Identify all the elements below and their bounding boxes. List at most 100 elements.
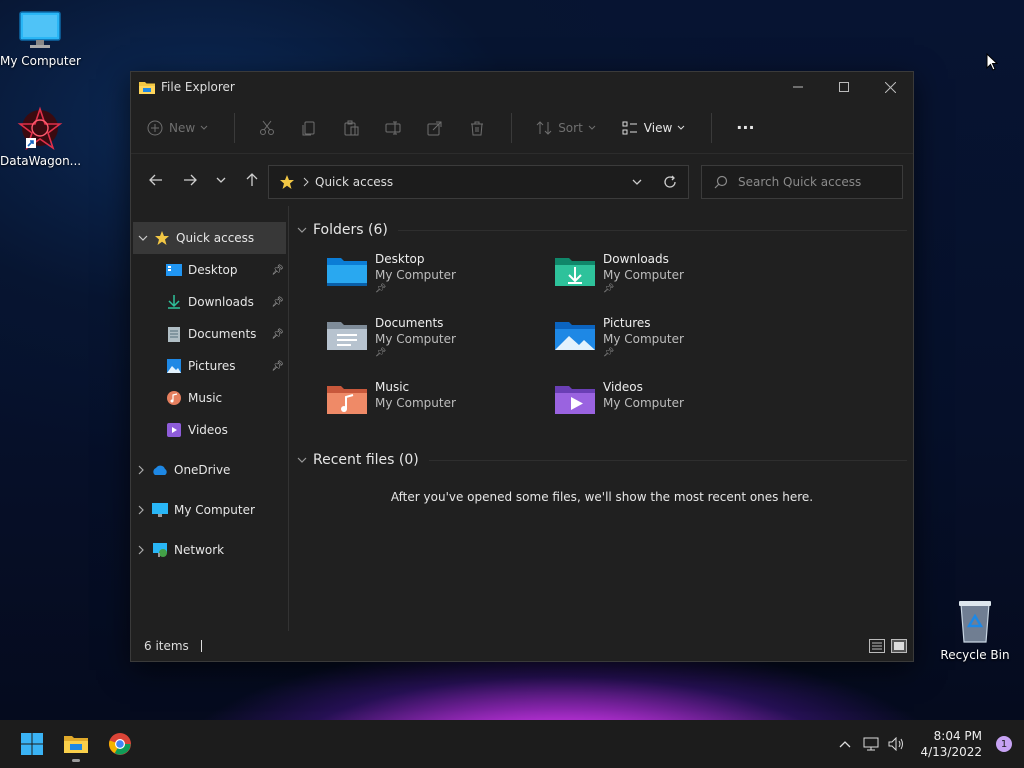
pin-icon: 📌︎ (271, 264, 284, 276)
desktop-icon-datawagon[interactable]: DataWagon... (0, 106, 81, 168)
desktop-folder-icon (327, 258, 367, 286)
sidebar-item-label: Music (188, 391, 223, 405)
chevron-down-icon (588, 125, 596, 130)
windows-logo-icon (21, 733, 43, 755)
video-icon (165, 422, 183, 438)
chevron-right-icon[interactable] (131, 465, 151, 475)
recent-files-group-header[interactable]: Recent files (0) (297, 448, 907, 472)
breadcrumb-quick-access[interactable]: Quick access (315, 175, 393, 189)
copy-button[interactable] (301, 120, 317, 136)
sidebar-item-desktop[interactable]: Desktop 📌︎ (131, 254, 288, 286)
group-divider (428, 459, 907, 461)
notification-badge[interactable]: 1 (996, 736, 1012, 752)
search-box[interactable] (701, 165, 903, 199)
desktop-icon-my-computer[interactable]: My Computer (0, 10, 81, 68)
documents-folder-icon (327, 322, 367, 350)
view-button[interactable]: View (622, 121, 685, 135)
folder-name: Desktop (375, 252, 425, 266)
search-input[interactable] (738, 175, 888, 189)
sidebar-item-my-computer[interactable]: My Computer (131, 494, 288, 526)
back-button[interactable] (141, 165, 171, 195)
taskbar-chrome[interactable] (98, 724, 142, 764)
details-view-button[interactable] (869, 639, 885, 653)
maximize-button[interactable] (821, 72, 867, 102)
command-bar: New Sort View ··· (131, 102, 913, 154)
sidebar-item-label: OneDrive (174, 463, 231, 477)
refresh-button[interactable] (652, 175, 688, 189)
view-list-icon (622, 121, 637, 134)
chevron-down-icon[interactable] (133, 235, 153, 241)
chevron-right-icon[interactable] (131, 505, 151, 515)
status-separator (200, 640, 202, 652)
recent-locations-button[interactable] (209, 165, 233, 195)
maximize-icon (839, 82, 849, 92)
sidebar-item-videos[interactable]: Videos (131, 414, 288, 446)
pictures-icon (165, 358, 183, 374)
item-count: 6 items (144, 639, 189, 653)
more-options-icon: ··· (736, 118, 755, 137)
paste-button[interactable] (343, 120, 359, 136)
folders-group-header[interactable]: Folders (6) (297, 218, 907, 242)
arrow-left-icon (149, 174, 162, 186)
folder-tile-downloads[interactable]: Downloads My Computer 📌︎ (553, 246, 781, 310)
chevron-up-icon (840, 741, 851, 748)
taskbar-file-explorer[interactable] (54, 724, 98, 764)
rename-button[interactable] (385, 120, 401, 136)
sidebar-item-pictures[interactable]: Pictures 📌︎ (131, 350, 288, 382)
sidebar-item-label: Videos (188, 423, 228, 437)
clock-date: 4/13/2022 (920, 745, 982, 759)
network-status-button[interactable] (858, 737, 884, 751)
title-bar[interactable]: File Explorer (131, 72, 913, 102)
folder-tile-music[interactable]: Music My Computer (325, 374, 553, 438)
address-bar[interactable]: Quick access (268, 165, 689, 199)
pin-icon: 📌︎ (271, 296, 284, 308)
minimize-button[interactable] (775, 72, 821, 102)
close-button[interactable] (867, 72, 913, 102)
chevron-down-icon (216, 177, 226, 183)
folders-group-title: Folders (6) (313, 222, 388, 238)
group-divider (397, 229, 907, 231)
share-button[interactable] (427, 120, 443, 136)
chevron-down-icon (632, 179, 642, 185)
sidebar-item-quick-access[interactable]: Quick access (133, 222, 286, 254)
desktop-icon-recycle-bin[interactable]: Recycle Bin (935, 598, 1015, 662)
sort-icon (536, 120, 552, 135)
share-icon (427, 121, 442, 135)
toolbar-separator (234, 112, 236, 143)
network-icon (151, 542, 169, 558)
sidebar-item-downloads[interactable]: Downloads 📌︎ (131, 286, 288, 318)
tiles-view-button[interactable] (891, 639, 907, 653)
folder-tile-desktop[interactable]: Desktop My Computer 📌︎ (325, 246, 553, 310)
address-dropdown-button[interactable] (622, 179, 652, 185)
up-button[interactable] (237, 165, 267, 195)
cut-button[interactable] (259, 120, 275, 136)
sidebar-item-label: My Computer (174, 503, 255, 517)
pin-icon: 📌︎ (375, 348, 387, 358)
window-title: File Explorer (161, 80, 235, 94)
folder-tile-documents[interactable]: Documents My Computer 📌︎ (325, 310, 553, 374)
show-hidden-icons-button[interactable] (832, 740, 858, 748)
new-label: New (169, 120, 196, 135)
forward-button[interactable] (175, 165, 205, 195)
refresh-icon (664, 175, 676, 188)
folder-tile-pictures[interactable]: Pictures My Computer 📌︎ (553, 310, 781, 374)
chevron-down-icon (297, 227, 307, 233)
desktop-folder-icon (165, 262, 183, 278)
paste-icon (344, 120, 359, 135)
volume-button[interactable] (884, 737, 910, 751)
new-button[interactable]: New (147, 120, 208, 136)
sort-button[interactable]: Sort (536, 120, 596, 136)
start-button[interactable] (10, 724, 54, 764)
explorer-body: Quick access Desktop 📌︎ Downloads 📌︎ Doc… (131, 206, 913, 631)
chevron-right-icon[interactable] (131, 545, 151, 555)
more-options-button[interactable]: ··· (736, 118, 754, 137)
sidebar-item-label: Network (174, 543, 225, 557)
delete-button[interactable] (469, 120, 485, 136)
sidebar-item-documents[interactable]: Documents 📌︎ (131, 318, 288, 350)
sidebar-item-onedrive[interactable]: OneDrive (131, 454, 288, 486)
folder-name: Pictures (603, 316, 651, 330)
sidebar-item-network[interactable]: Network (131, 534, 288, 566)
folder-tile-videos[interactable]: Videos My Computer (553, 374, 781, 438)
sidebar-item-music[interactable]: Music (131, 382, 288, 414)
clock[interactable]: 8:04 PM 4/13/2022 (920, 728, 982, 760)
